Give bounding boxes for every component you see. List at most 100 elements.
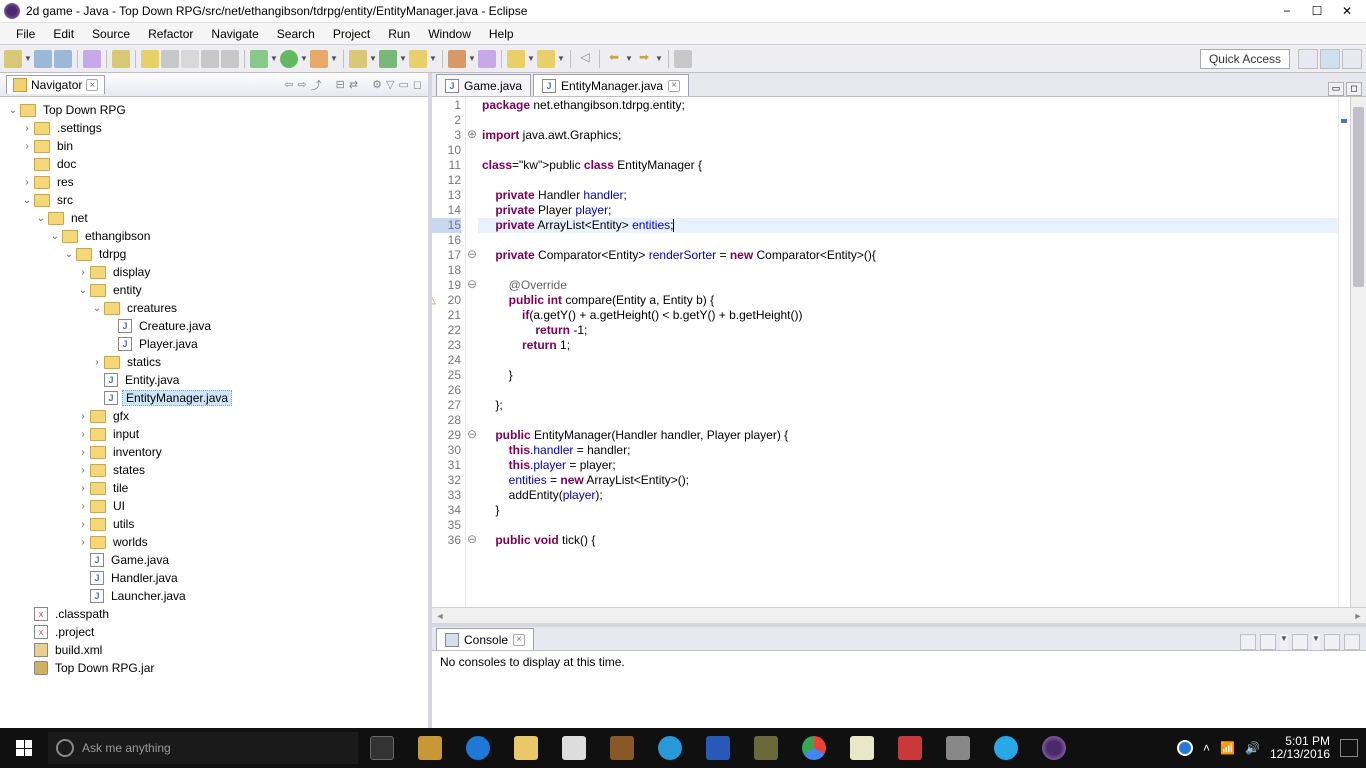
taskbar-eclipse[interactable]	[1030, 728, 1078, 768]
expand-toggle[interactable]: ›	[20, 123, 34, 134]
pin-icon[interactable]	[201, 50, 219, 68]
nav-forward-icon[interactable]: ⇨	[297, 78, 306, 91]
filter-icon[interactable]: ⚙	[372, 78, 382, 91]
close-button[interactable]: ✕	[1340, 4, 1354, 18]
prev-annotation-icon[interactable]	[507, 50, 525, 68]
menu-navigate[interactable]: Navigate	[203, 25, 266, 43]
block-select-icon[interactable]	[161, 50, 179, 68]
forward-icon[interactable]: ➡	[635, 50, 653, 68]
tree-item[interactable]: UI	[110, 499, 128, 513]
overview-ruler[interactable]	[1338, 97, 1350, 607]
scroll-right-icon[interactable]: ►	[1350, 608, 1366, 623]
taskbar-filezilla[interactable]	[886, 728, 934, 768]
debug-perspective-icon[interactable]	[1342, 49, 1362, 69]
collapse-all-icon[interactable]: ⊟	[336, 78, 345, 91]
tree-item[interactable]: bin	[54, 139, 76, 153]
console-tab[interactable]: Console ×	[436, 628, 534, 650]
expand-toggle[interactable]: ›	[76, 483, 90, 494]
tree-item[interactable]: entity	[110, 283, 145, 297]
tray-volume-icon[interactable]: 🔊	[1245, 741, 1260, 755]
tree-item[interactable]: states	[110, 463, 148, 477]
maximize-button[interactable]: ☐	[1310, 4, 1324, 18]
taskbar-app[interactable]	[934, 728, 982, 768]
close-tab-icon[interactable]: ×	[668, 80, 680, 92]
minimize-editor-icon[interactable]: ▭	[1328, 82, 1344, 96]
scrollbar-thumb[interactable]	[1353, 107, 1364, 287]
tree-item-selected[interactable]: EntityManager.java	[122, 390, 232, 406]
taskbar-app[interactable]	[406, 728, 454, 768]
debug-dropdown[interactable]: ▼	[270, 54, 278, 63]
run-icon[interactable]	[280, 50, 298, 68]
tree-item[interactable]: tile	[110, 481, 131, 495]
menu-help[interactable]: Help	[481, 25, 522, 43]
tree-item[interactable]: res	[54, 175, 77, 189]
open-task-icon[interactable]	[478, 50, 496, 68]
navigator-tree[interactable]: ⌄Top Down RPG ›.settings ›bin doc ›res ⌄…	[0, 97, 428, 728]
tree-item[interactable]: Handler.java	[108, 571, 181, 585]
expand-toggle[interactable]: ⌄	[34, 213, 48, 224]
menu-edit[interactable]: Edit	[45, 25, 82, 43]
tree-item[interactable]: src	[54, 193, 76, 207]
editor-tab-game[interactable]: J Game.java	[436, 74, 531, 96]
code-editor[interactable]: package net.ethangibson.tdrpg.entity;imp…	[478, 97, 1338, 607]
expand-toggle[interactable]: ›	[76, 501, 90, 512]
taskbar-app[interactable]	[646, 728, 694, 768]
tree-item[interactable]: net	[68, 211, 91, 225]
help-tray-icon[interactable]	[1177, 740, 1193, 756]
nav-back-icon[interactable]: ⇦	[284, 78, 293, 91]
new-dropdown[interactable]: ▼	[24, 54, 32, 63]
prev-edit-icon[interactable]: ◁	[576, 50, 594, 68]
expand-toggle[interactable]: ⌄	[90, 303, 104, 314]
horizontal-scrollbar[interactable]: ◄ ►	[432, 607, 1366, 623]
display-console-icon[interactable]	[1260, 634, 1276, 650]
tree-item[interactable]: Launcher.java	[108, 589, 189, 603]
tree-item[interactable]: tdrpg	[96, 247, 129, 261]
menu-source[interactable]: Source	[84, 25, 138, 43]
editor-tab-entitymanager[interactable]: J EntityManager.java ×	[533, 74, 689, 96]
tree-item[interactable]: .settings	[54, 121, 105, 135]
menu-run[interactable]: Run	[380, 25, 418, 43]
tree-item[interactable]: Top Down RPG.jar	[52, 661, 157, 675]
taskbar-clock[interactable]: 5:01 PM 12/13/2016	[1270, 735, 1330, 761]
navigator-tab[interactable]: Navigator ×	[6, 75, 105, 94]
wand-icon[interactable]	[83, 50, 101, 68]
view-menu-icon[interactable]: ▽	[386, 78, 394, 91]
new-icon[interactable]	[4, 50, 22, 68]
task-view-button[interactable]	[358, 728, 406, 768]
coverage-icon[interactable]	[310, 50, 328, 68]
tree-project[interactable]: Top Down RPG	[40, 103, 129, 117]
expand-toggle[interactable]: ⌄	[6, 105, 20, 116]
notifications-icon[interactable]	[1340, 739, 1358, 757]
paragraph-icon[interactable]	[221, 50, 239, 68]
menu-window[interactable]: Window	[420, 25, 479, 43]
new-package-icon[interactable]	[349, 50, 367, 68]
menu-refactor[interactable]: Refactor	[140, 25, 201, 43]
taskbar-notepad[interactable]	[838, 728, 886, 768]
run-dropdown[interactable]: ▼	[300, 54, 308, 63]
link-editor-icon[interactable]: ⇄	[349, 78, 358, 91]
tree-item[interactable]: input	[110, 427, 142, 441]
tree-item[interactable]: .classpath	[52, 607, 112, 621]
tree-item[interactable]: .project	[52, 625, 97, 639]
expand-toggle[interactable]: ›	[20, 141, 34, 152]
expand-toggle[interactable]: ›	[20, 177, 34, 188]
maximize-editor-icon[interactable]: ◻	[1346, 82, 1362, 96]
expand-toggle[interactable]: ›	[76, 465, 90, 476]
minimize-button[interactable]: −	[1280, 4, 1294, 18]
expand-toggle[interactable]: ›	[76, 447, 90, 458]
pin-editor-icon[interactable]	[674, 50, 692, 68]
taskbar-app[interactable]	[742, 728, 790, 768]
maximize-view-icon[interactable]: ◻	[413, 78, 422, 91]
tree-item[interactable]: inventory	[110, 445, 165, 459]
tree-item[interactable]: display	[110, 265, 153, 279]
tree-item[interactable]: gfx	[110, 409, 132, 423]
menu-file[interactable]: File	[8, 25, 43, 43]
expand-toggle[interactable]: ›	[76, 267, 90, 278]
java-perspective-icon[interactable]	[1320, 49, 1340, 69]
expand-toggle[interactable]: ›	[76, 429, 90, 440]
tree-item[interactable]: ethangibson	[82, 229, 153, 243]
taskbar-word[interactable]	[694, 728, 742, 768]
tray-network-icon[interactable]: 📶	[1220, 741, 1235, 755]
expand-toggle[interactable]: ›	[76, 537, 90, 548]
tree-item[interactable]: Game.java	[108, 553, 172, 567]
